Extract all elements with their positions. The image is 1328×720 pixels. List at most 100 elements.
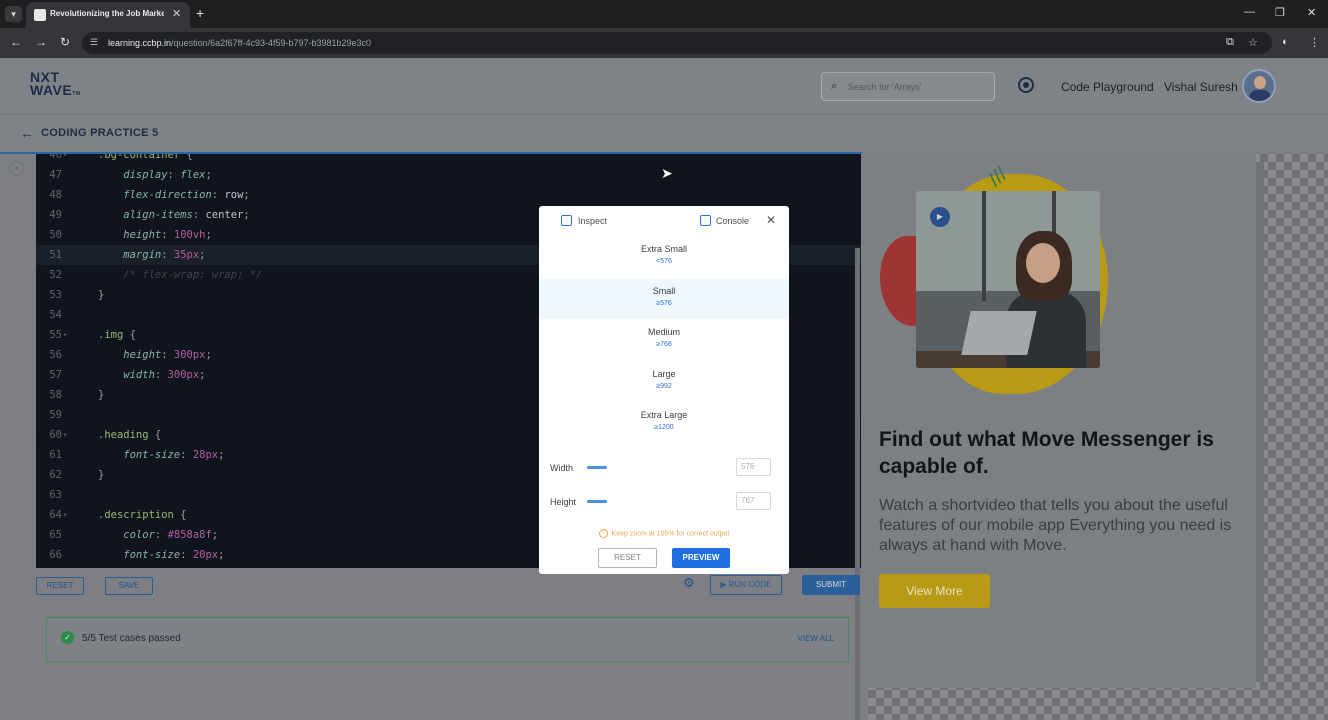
code-token: row — [224, 189, 244, 201]
width-slider[interactable] — [587, 466, 607, 469]
tab-title: Revolutionizing the Job Market — [50, 9, 164, 18]
breakpoint-option[interactable]: Medium ≥768 — [539, 320, 789, 360]
code-token: flex-direction — [98, 189, 212, 201]
view-all-link[interactable]: VIEW ALL — [798, 634, 834, 643]
breakpoint-value: ≥992 — [656, 382, 672, 390]
breakpoint-option[interactable]: Small ≥576 — [539, 278, 789, 319]
code-line[interactable]: 46 ▾ .bg-container { — [36, 154, 861, 165]
back-icon[interactable]: ← — [10, 35, 22, 49]
tab-search-icon[interactable]: ▾ — [5, 6, 22, 22]
breakpoint-value: <576 — [656, 258, 672, 265]
fold-chevron-icon[interactable]: ▾ — [63, 325, 67, 345]
bookmark-star-icon[interactable]: ☆ — [1248, 36, 1258, 49]
timer-icon[interactable] — [1018, 77, 1034, 93]
back-arrow-icon[interactable]: ← — [20, 125, 34, 141]
test-results-panel: ✓ 5/5 Test cases passed VIEW ALL — [46, 617, 849, 662]
search-icon: ⌕ — [831, 80, 838, 92]
code-token: : — [180, 549, 193, 561]
line-number: 62 — [49, 469, 62, 481]
reset-button[interactable]: RESET — [36, 577, 84, 595]
line-number: 65 — [49, 529, 62, 541]
breakpoint-option[interactable]: Large ≥992 — [539, 362, 789, 402]
code-text: /* flex-wrap: wrap; */ — [98, 265, 262, 285]
code-text: font-size: 28px; — [98, 445, 224, 465]
gear-icon[interactable]: ⚙ — [683, 575, 695, 591]
practice-bar: ← CODING PRACTICE 5 — [0, 114, 1328, 152]
code-token: flex — [180, 169, 206, 181]
code-playground-link[interactable]: Code Playground — [1061, 80, 1154, 94]
close-window-icon[interactable]: ✕ — [1307, 6, 1316, 19]
console-checkbox[interactable] — [700, 215, 711, 226]
submit-button[interactable]: SUBMIT — [802, 575, 860, 595]
url-text: learning.ccbp.in/question/6a2f67ff-4c93-… — [108, 38, 372, 48]
code-text: } — [98, 385, 104, 405]
width-input[interactable]: 576 — [736, 458, 771, 476]
resize-handle-right[interactable]: · · · · · — [862, 418, 865, 442]
height-input[interactable]: 767 — [736, 492, 771, 510]
resize-handle-left[interactable]: · · · · · — [31, 426, 34, 450]
profile-icon[interactable]: ◐ — [1282, 36, 1289, 48]
avatar[interactable] — [1242, 69, 1276, 103]
height-slider[interactable] — [587, 500, 607, 503]
sidebar-toggle-icon[interactable]: › — [9, 161, 24, 176]
dialog-preview-button[interactable]: PREVIEW — [672, 548, 730, 568]
breakpoint-option[interactable]: Extra Small <576 — [539, 237, 789, 277]
breakpoint-name: Large — [652, 368, 676, 379]
code-text: height: 300px; — [98, 345, 212, 365]
fold-chevron-icon[interactable]: ▾ — [63, 154, 67, 165]
minimize-icon[interactable]: — — [1244, 6, 1255, 18]
code-text: .description { — [98, 505, 187, 525]
cast-icon[interactable]: ⧉ — [1226, 36, 1234, 49]
code-text: } — [98, 465, 104, 485]
line-number: 64 — [49, 509, 62, 521]
line-number: 48 — [49, 189, 62, 201]
reload-icon[interactable]: ↻ — [60, 35, 70, 49]
breakpoint-option[interactable]: Extra Large ≥1200 — [539, 403, 789, 443]
code-token: : — [167, 169, 181, 181]
nxtwave-logo[interactable]: NXT WAVETM — [30, 70, 80, 101]
editor-scrollbar[interactable] — [855, 248, 860, 720]
user-name[interactable]: Vishal Suresh — [1164, 80, 1238, 94]
code-text: } — [98, 285, 104, 305]
maximize-icon[interactable]: ❐ — [1275, 6, 1285, 19]
save-button[interactable]: SAVE — [105, 577, 153, 595]
line-number: 55 — [49, 329, 62, 341]
preview-scrollbar[interactable] — [1256, 162, 1264, 682]
breakpoint-value: ≥576 — [656, 299, 672, 307]
code-token: { — [123, 329, 136, 341]
play-icon[interactable]: ▶ — [930, 207, 950, 227]
code-token: : — [161, 349, 174, 361]
search-input[interactable]: Search for 'Arrays' — [848, 82, 921, 92]
browser-tab[interactable]: Revolutionizing the Job Market ✕ — [26, 2, 190, 28]
fold-chevron-icon[interactable]: ▾ — [63, 425, 67, 445]
mouse-cursor-icon: ➤ — [661, 165, 673, 181]
line-number: 47 — [49, 169, 62, 181]
search-box[interactable]: ⌕ Search for 'Arrays' — [821, 72, 995, 101]
code-line[interactable]: 48 flex-direction: row; — [36, 185, 861, 205]
code-token: : — [154, 369, 168, 381]
inspect-label[interactable]: Inspect — [578, 216, 607, 226]
code-text: .heading { — [98, 425, 161, 445]
code-text: width: 300px; — [98, 365, 205, 385]
breakpoint-name: Medium — [647, 327, 680, 337]
console-label[interactable]: Console — [716, 216, 749, 226]
fold-chevron-icon[interactable]: ▾ — [63, 505, 67, 525]
code-token: 28px — [192, 449, 219, 461]
favicon-icon — [34, 9, 46, 21]
address-bar[interactable]: ☰ learning.ccbp.in/question/6a2f67ff-4c9… — [82, 32, 1272, 54]
view-more-button[interactable]: View More — [879, 574, 990, 608]
preview-panel: /// ▶ Find out what Move Messenger is ca… — [868, 154, 1328, 720]
browser-tab-bar: ▾ Revolutionizing the Job Market ✕ + — ❐… — [0, 0, 1328, 28]
code-line[interactable]: 47 display: flex; — [36, 165, 861, 185]
browser-menu-icon[interactable]: ⋮ — [1309, 36, 1320, 49]
tab-close-icon[interactable]: ✕ — [172, 7, 181, 20]
video-thumbnail[interactable]: ▶ — [916, 191, 1100, 368]
new-tab-button[interactable]: + — [196, 5, 204, 21]
forward-icon[interactable]: → — [35, 35, 47, 49]
code-token: } — [98, 469, 105, 481]
close-icon[interactable]: ✕ — [766, 213, 776, 227]
run-code-button[interactable]: ▶ RUN CODE — [710, 575, 782, 595]
dialog-reset-button[interactable]: RESET — [598, 548, 657, 568]
inspect-checkbox[interactable] — [561, 215, 572, 226]
site-info-icon[interactable]: ☰ — [90, 37, 98, 48]
